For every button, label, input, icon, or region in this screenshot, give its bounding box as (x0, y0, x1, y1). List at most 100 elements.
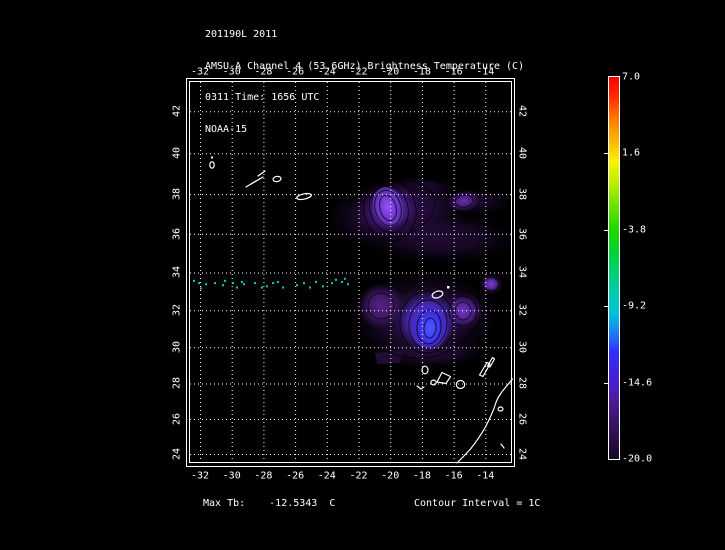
el-hierro-island (417, 386, 424, 389)
contour-speck (331, 282, 333, 284)
amsu-brightness-temperature-plot: 201190L 2011 AMSU-A Channel 4 (53.6GHz) … (0, 0, 725, 550)
north-cold-anomaly-blob (320, 168, 518, 264)
lat-tick-label-left: 34 (171, 266, 182, 278)
grid-layer (190, 82, 511, 462)
lat-tick-label-right: 32 (516, 304, 527, 316)
gran-canaria-island (456, 381, 464, 389)
contour-speck (315, 281, 317, 283)
contour-speck (272, 282, 274, 284)
lat-tick-label-right: 28 (516, 377, 527, 389)
lat-tick-label-left: 40 (171, 147, 182, 159)
contour-speck (266, 285, 268, 287)
lon-tick-label-bottom: -32 (191, 471, 209, 482)
contour-speck (193, 280, 195, 282)
coastal-lagoon (498, 407, 503, 411)
lat-tick-label-left: 28 (171, 377, 182, 389)
coast-speck (501, 444, 504, 448)
la-gomera-island (431, 380, 436, 385)
max-tb-unit: C (329, 498, 335, 509)
contour-speck (222, 284, 224, 286)
lat-tick-label-right: 26 (516, 413, 527, 425)
lon-tick-label-bottom: -16 (445, 471, 463, 482)
sao-miguel-island (296, 192, 312, 200)
colorbar-tick-label: -20.0 (622, 454, 652, 465)
colorbar-tick-label: -9.2 (622, 301, 646, 312)
contour-speck (344, 278, 346, 280)
colorbar-tick (604, 383, 608, 384)
contour-speck (322, 285, 324, 287)
contour-interval-label: Contour Interval = 1C (414, 499, 540, 510)
lat-tick-label-left: 24 (171, 448, 182, 460)
colorbar-tick (604, 230, 608, 231)
flores-island (210, 162, 214, 168)
contour-speck (261, 286, 263, 288)
lat-tick-label-left: 38 (171, 188, 182, 200)
lat-tick-label-right: 36 (516, 228, 527, 240)
contour-speck (236, 286, 238, 288)
lon-tick-label-bottom: -30 (223, 471, 241, 482)
contour-speck (341, 281, 343, 283)
contour-speck (200, 287, 202, 289)
lon-tick-label-bottom: -22 (349, 471, 367, 482)
contour-speck (232, 282, 234, 284)
colorbar (608, 76, 620, 460)
max-tb-value: -12.5343 (269, 498, 317, 509)
south-cold-anomaly-blob (346, 267, 503, 369)
graciosa-island (258, 171, 265, 176)
max-tb-readout: Max Tb: -12.5343 C (203, 499, 335, 510)
speck-layer (193, 278, 349, 290)
lon-tick-label-top: -22 (349, 66, 367, 77)
lon-tick-label-top: -20 (381, 66, 399, 77)
contour-speck (254, 282, 256, 284)
contour-speck (335, 279, 337, 281)
lon-tick-label-bottom: -28 (254, 471, 272, 482)
contour-speck (241, 281, 243, 283)
contour-speck (282, 286, 284, 288)
contour-speck (347, 283, 349, 285)
lat-tick-label-right: 40 (516, 147, 527, 159)
contour-speck (224, 280, 226, 282)
lon-tick-label-top: -28 (254, 66, 272, 77)
colorbar-tick (604, 306, 608, 307)
lat-tick-label-right: 30 (516, 341, 527, 353)
contour-speck (309, 286, 311, 288)
terceira-island (273, 176, 282, 183)
colorbar-tick (604, 153, 608, 154)
lat-tick-label-right: 34 (516, 266, 527, 278)
colorbar-tick-label: -3.8 (622, 224, 646, 235)
colorbar-tick-label: 1.6 (622, 148, 640, 159)
contour-speck (303, 282, 305, 284)
lon-tick-label-bottom: -26 (286, 471, 304, 482)
contour-speck (296, 284, 298, 286)
contour-speck (243, 283, 245, 285)
nw-africa-coastline (457, 379, 513, 463)
lon-tick-label-bottom: -14 (476, 471, 494, 482)
lat-tick-label-right: 24 (516, 448, 527, 460)
contour-speck (205, 283, 207, 285)
lon-tick-label-bottom: -24 (318, 471, 336, 482)
lon-tick-label-bottom: -18 (413, 471, 431, 482)
lat-tick-label-left: 30 (171, 341, 182, 353)
porto-santo-island (447, 286, 450, 289)
colorbar-tick-label: -14.6 (622, 377, 652, 388)
max-tb-label: Max Tb: (203, 498, 245, 509)
corvo-island (211, 157, 213, 159)
tenerife-island (437, 373, 451, 384)
contour-speck (277, 281, 279, 283)
colorbar-tick-label: 7.0 (622, 72, 640, 83)
lon-tick-label-top: -14 (476, 66, 494, 77)
lat-tick-label-left: 36 (171, 228, 182, 240)
lat-tick-label-left: 32 (171, 304, 182, 316)
lat-tick-label-right: 42 (516, 105, 527, 117)
lon-tick-label-top: -30 (223, 66, 241, 77)
lon-tick-label-top: -18 (413, 66, 431, 77)
lon-tick-label-top: -26 (286, 66, 304, 77)
lon-tick-label-top: -24 (318, 66, 336, 77)
lon-tick-label-top: -32 (191, 66, 209, 77)
lat-tick-label-left: 42 (171, 105, 182, 117)
lon-tick-label-top: -16 (445, 66, 463, 77)
lat-tick-label-left: 26 (171, 413, 182, 425)
lat-tick-label-right: 38 (516, 188, 527, 200)
contour-speck (214, 282, 216, 284)
contour-speck (198, 282, 200, 284)
